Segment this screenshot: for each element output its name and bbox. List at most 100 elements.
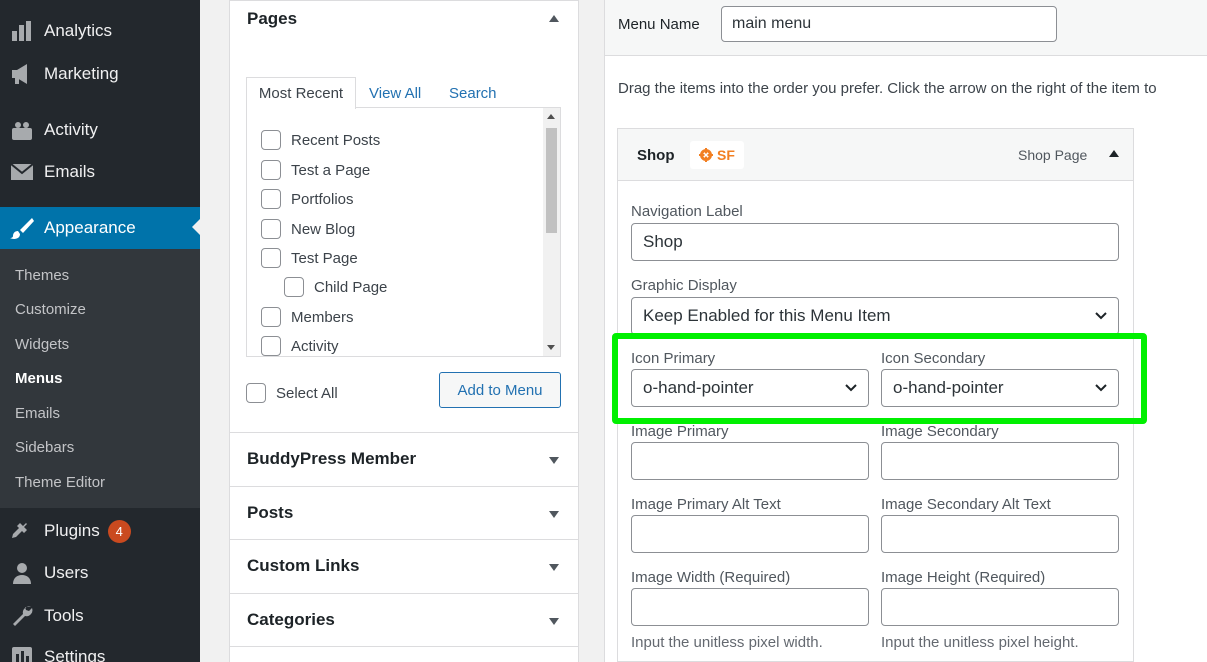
page-option-label: Test a Page: [291, 161, 371, 179]
image-width-hint: Input the unitless pixel width.: [631, 634, 823, 651]
page-option-label: Portfolios: [291, 190, 354, 208]
section-buddypress-member[interactable]: BuddyPress Member: [230, 432, 578, 486]
menu-item-users[interactable]: Users: [0, 553, 200, 593]
page-option[interactable]: New Blog: [261, 219, 355, 239]
tab-most-recent[interactable]: Most Recent: [246, 77, 356, 109]
select-all-checkbox[interactable]: Select All: [246, 383, 338, 403]
update-count-badge: 4: [107, 519, 131, 543]
page-option[interactable]: Portfolios: [261, 189, 354, 209]
highlight-box: [612, 333, 1147, 424]
section-title: Posts: [247, 503, 294, 522]
page-option[interactable]: Test a Page: [261, 160, 370, 180]
menu-item-tools[interactable]: Tools: [0, 596, 200, 636]
checkbox[interactable]: [246, 383, 266, 403]
paintbrush-icon: [10, 217, 34, 239]
select-all-label: Select All: [276, 384, 338, 402]
pages-section-header[interactable]: Pages: [230, 1, 578, 41]
menu-header: Menu Name main menu: [605, 0, 1207, 56]
tab-search[interactable]: Search: [449, 77, 497, 109]
admin-sidebar: Analytics Marketing Activity Emails Appe…: [0, 0, 200, 662]
menu-item-label: Emails: [44, 162, 96, 181]
expand-arrow-icon[interactable]: [549, 511, 559, 518]
submenu-themes[interactable]: Themes: [15, 267, 69, 284]
section-custom-links[interactable]: Custom Links: [230, 539, 578, 593]
section-title: Pages: [247, 9, 298, 28]
sf-badge-label: SF: [717, 147, 735, 163]
tab-view-all[interactable]: View All: [369, 77, 421, 109]
settings-icon: [10, 646, 34, 662]
menu-name-input[interactable]: main menu: [721, 6, 1057, 42]
submenu-emails[interactable]: Emails: [15, 405, 60, 422]
menu-item-handle[interactable]: Shop SF Shop Page: [618, 129, 1133, 181]
scroll-down-arrow-icon[interactable]: [547, 345, 555, 350]
collapse-arrow-icon[interactable]: [549, 15, 559, 22]
menu-item-label: Activity: [44, 120, 98, 139]
menu-item-plugins[interactable]: Plugins 4: [0, 511, 200, 551]
menu-item-emails[interactable]: Emails: [0, 152, 200, 192]
page-option[interactable]: Activity: [261, 336, 339, 356]
image-height-input[interactable]: [881, 588, 1119, 626]
checkbox[interactable]: [284, 277, 304, 297]
checkbox[interactable]: [261, 219, 281, 239]
menu-item-marketing[interactable]: Marketing: [0, 54, 200, 94]
checkbox[interactable]: [261, 160, 281, 180]
image-secondary-alt-input[interactable]: [881, 515, 1119, 553]
page-option-child[interactable]: Child Page: [284, 277, 387, 297]
expand-arrow-icon[interactable]: [549, 564, 559, 571]
sf-badge: SF: [690, 141, 744, 169]
wrench-icon: [10, 605, 34, 627]
page-option[interactable]: Members: [261, 307, 354, 327]
navigation-label-input[interactable]: Shop: [631, 223, 1119, 261]
page-option[interactable]: Recent Posts: [261, 130, 380, 150]
plug-icon: [10, 520, 34, 542]
section-categories[interactable]: Categories: [230, 593, 578, 647]
section-title: Categories: [247, 610, 335, 629]
submenu-customize[interactable]: Customize: [15, 301, 86, 318]
menu-item-activity[interactable]: Activity: [0, 110, 200, 150]
checkbox[interactable]: [261, 189, 281, 209]
expand-arrow-icon[interactable]: [549, 457, 559, 464]
megaphone-icon: [10, 63, 34, 85]
screen: Analytics Marketing Activity Emails Appe…: [0, 0, 1207, 662]
chart-bar-icon: [10, 20, 34, 42]
user-icon: [10, 562, 34, 584]
menu-item-settings[interactable]: Settings: [0, 637, 200, 662]
image-primary-label: Image Primary: [631, 423, 729, 440]
checkbox[interactable]: [261, 130, 281, 150]
menu-item-type: Shop Page: [1018, 147, 1088, 163]
activity-icon: [10, 119, 34, 141]
page-option-label: Members: [291, 308, 354, 326]
image-height-label: Image Height (Required): [881, 569, 1046, 586]
section-posts[interactable]: Posts: [230, 486, 578, 540]
graphic-display-select[interactable]: Keep Enabled for this Menu Item: [631, 297, 1119, 335]
image-secondary-label: Image Secondary: [881, 423, 999, 440]
page-option-label: Child Page: [314, 278, 388, 296]
collapse-arrow-icon[interactable]: [1109, 150, 1119, 157]
submenu-widgets[interactable]: Widgets: [15, 336, 69, 353]
submenu-theme-editor[interactable]: Theme Editor: [15, 474, 105, 491]
checkbox[interactable]: [261, 336, 281, 356]
section-title: Custom Links: [247, 556, 360, 575]
image-primary-alt-input[interactable]: [631, 515, 869, 553]
scrollbar[interactable]: [543, 108, 560, 356]
image-width-input[interactable]: [631, 588, 869, 626]
checkbox[interactable]: [261, 307, 281, 327]
image-secondary-input[interactable]: [881, 442, 1119, 480]
appearance-submenu: Themes Customize Widgets Menus Emails Si…: [0, 249, 200, 508]
menu-item-label: Users: [44, 563, 89, 582]
page-option[interactable]: Test Page: [261, 248, 358, 268]
menu-item-appearance[interactable]: Appearance: [0, 207, 200, 249]
expand-arrow-icon[interactable]: [549, 618, 559, 625]
scroll-thumb[interactable]: [546, 128, 557, 233]
submenu-menus[interactable]: Menus: [15, 370, 63, 387]
scroll-up-arrow-icon[interactable]: [547, 114, 555, 119]
section-title: BuddyPress Member: [247, 449, 417, 468]
menu-item-analytics[interactable]: Analytics: [0, 11, 200, 51]
image-primary-input[interactable]: [631, 442, 869, 480]
submenu-sidebars[interactable]: Sidebars: [15, 439, 74, 456]
add-to-menu-button[interactable]: Add to Menu: [439, 372, 561, 408]
page-option-label: New Blog: [291, 220, 356, 238]
menu-item-label: Tools: [44, 606, 84, 625]
checkbox[interactable]: [261, 248, 281, 268]
image-primary-alt-label: Image Primary Alt Text: [631, 496, 781, 513]
